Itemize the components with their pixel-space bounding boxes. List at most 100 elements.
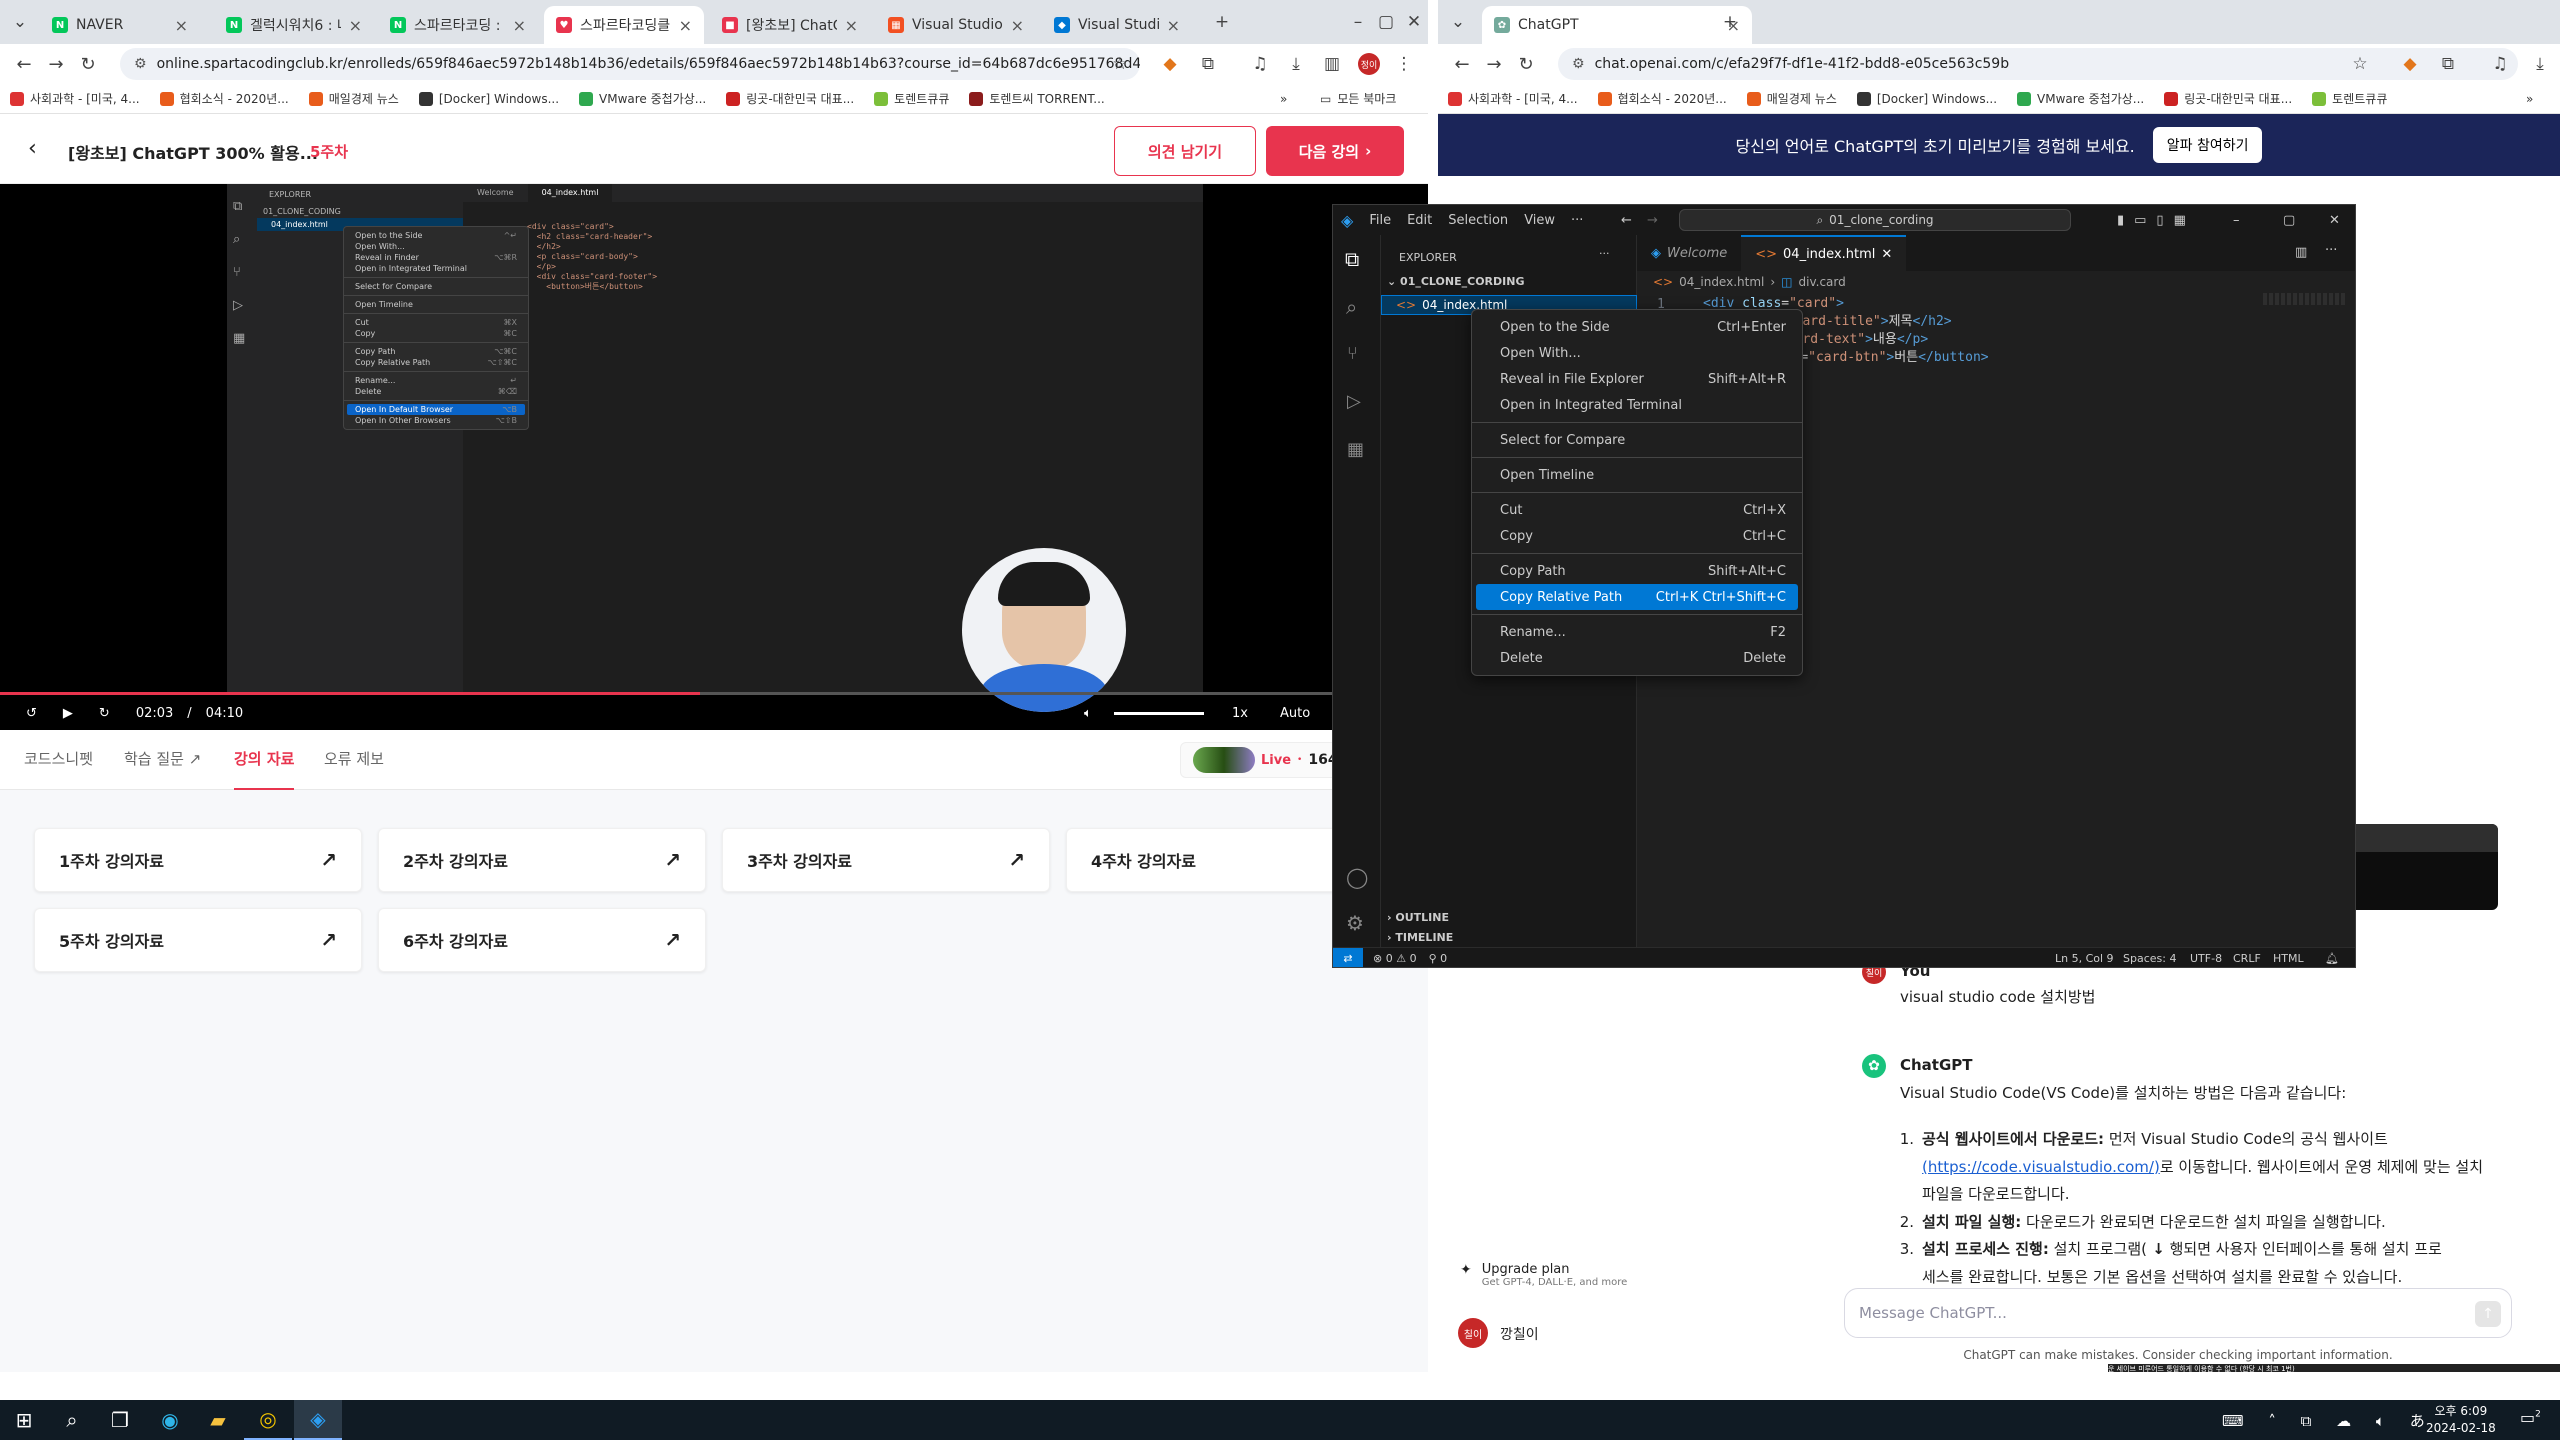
reload-icon[interactable]: ↻ <box>1510 48 1542 80</box>
media-icon[interactable]: ♫ <box>2488 52 2512 76</box>
nav-forward-icon[interactable]: → <box>1647 213 1658 228</box>
close-tab-icon[interactable]: × <box>349 16 362 35</box>
extensions-icon[interactable]: ⧉ <box>2436 52 2460 76</box>
site-info-icon[interactable]: ⚙ <box>134 56 147 72</box>
tab-chatgpt[interactable]: ✿ ChatGPT × <box>1482 6 1752 44</box>
vscode-menu-3[interactable]: View <box>1524 213 1555 228</box>
speed-button[interactable]: 1x <box>1232 706 1248 721</box>
context-menu-item[interactable]: Open to the Side Ctrl+Enter <box>1476 314 1798 340</box>
volume-slider[interactable] <box>1114 712 1204 715</box>
command-center-search[interactable]: ⌕ 01_clone_cording <box>1679 209 2071 231</box>
close-tab-icon[interactable]: ✕ <box>1881 247 1892 262</box>
errors-icon[interactable]: ⊗ 0 ⚠ 0 <box>1373 952 1417 965</box>
forward-icon[interactable]: ↻ <box>99 706 110 721</box>
edge-icon[interactable]: ◉ <box>146 1400 194 1440</box>
tab-search-icon[interactable]: ⌄ <box>8 10 32 34</box>
scroll-down-arrow-icon[interactable]: ↓ <box>2147 1240 2165 1258</box>
material-card[interactable]: 3주차 강의자료 ↗ <box>722 828 1050 892</box>
metamask-extension-icon[interactable]: ◆ <box>1158 52 1182 76</box>
bookmark-item[interactable]: [Docker] Windows... <box>1847 90 2007 107</box>
more-actions-icon[interactable]: ··· <box>1599 247 1610 260</box>
forward-icon[interactable]: → <box>1478 48 1510 80</box>
vscode-link[interactable]: (https://code.visualstudio.com/) <box>1922 1158 2160 1176</box>
menu-icon[interactable]: ⋮ <box>1392 52 1416 76</box>
browser-tab[interactable]: ▦ Visual Studio Too × <box>876 6 1036 44</box>
next-lecture-button[interactable]: 다음 강의 › <box>1266 126 1404 176</box>
sidepanel-icon[interactable]: ▥ <box>1320 52 1344 76</box>
folder-row[interactable]: ⌄ 01_CLONE_CORDING <box>1387 275 1524 288</box>
browser-tab[interactable]: ■ [왕초보] ChatGPT × <box>710 6 870 44</box>
bookmark-item[interactable]: 사회과학 - [미국, 4... <box>1438 90 1588 107</box>
context-menu-item[interactable]: Copy Ctrl+C <box>1476 523 1798 549</box>
vscode-menu-0[interactable]: File <box>1369 213 1391 228</box>
media-icon[interactable]: ♫ <box>1248 52 1272 76</box>
browser-tab[interactable]: ◆ Visual Studio Co × <box>1042 6 1192 44</box>
bookmark-item[interactable]: 토렌트큐큐 <box>2302 90 2397 107</box>
video-player[interactable]: ⧉ ⌕ ⑂ ▷ ▦ EXPLORER 01_CLONE_CODING 04_index.… <box>0 184 1428 730</box>
context-menu-item[interactable]: Reveal in File Explorer Shift+Alt+R <box>1476 366 1798 392</box>
layout-toggle-icons[interactable]: ▮▭▯▦ <box>2117 213 2196 228</box>
close-tab-icon[interactable]: × <box>513 16 526 35</box>
feedback-button[interactable]: 의견 남기기 <box>1114 126 1256 176</box>
course-tab[interactable]: 강의 자료 <box>234 748 295 790</box>
reload-icon[interactable]: ↻ <box>72 48 104 80</box>
back-chevron-icon[interactable]: ‹ <box>28 136 37 161</box>
new-tab-button[interactable]: + <box>1210 10 1234 34</box>
remote-icon[interactable]: ⇄ <box>1333 947 1363 967</box>
tab-welcome[interactable]: ◈ Welcome <box>1637 235 1741 271</box>
vscode-menu-1[interactable]: Edit <box>1407 213 1432 228</box>
browser-tab[interactable]: N NAVER × <box>40 6 200 44</box>
source-control-icon[interactable]: ⑂ <box>1347 343 1358 364</box>
close-tab-icon[interactable]: × <box>679 16 692 35</box>
browser-tab[interactable]: ♥ 스파르타코딩클럽 × <box>544 6 704 44</box>
profile-name[interactable]: 깡칠이 <box>1500 1324 1539 1344</box>
explorer-icon[interactable]: ⧉ <box>1345 247 1359 271</box>
quality-button[interactable]: Auto <box>1280 706 1310 721</box>
upgrade-plan[interactable]: ✦ Upgrade plan Get GPT-4, DALL·E, and mor… <box>1460 1262 1640 1302</box>
send-button[interactable]: ↑ <box>2475 1301 2501 1327</box>
minimize-icon[interactable]: – <box>2233 213 2240 228</box>
all-bookmarks-folder[interactable]: ▭ 모든 북마크 <box>1310 90 1406 107</box>
bookmark-star-icon[interactable]: ☆ <box>1108 52 1132 76</box>
search-icon[interactable]: ⌕ <box>1346 295 1357 319</box>
bookmark-item[interactable]: 협회소식 - 2020년... <box>1588 90 1737 107</box>
download-icon[interactable]: ⤓ <box>2528 52 2552 76</box>
bell-icon[interactable]: 🔔︎ <box>2325 952 2339 965</box>
bookmark-item[interactable]: 협회소식 - 2020년... <box>150 90 299 107</box>
site-info-icon[interactable]: ⚙ <box>1572 56 1585 72</box>
profile-avatar[interactable]: 정이 <box>1358 53 1380 75</box>
chrome-icon[interactable]: ◎ <box>244 1400 292 1440</box>
browser-tab[interactable]: N 겔럭시워치6 : 네이 × <box>214 6 374 44</box>
minimize-button[interactable]: – <box>1346 10 1370 34</box>
bookmark-item[interactable]: 매일경제 뉴스 <box>1737 90 1847 107</box>
task-view-icon[interactable]: ❐ <box>96 1400 144 1440</box>
encoding[interactable]: UTF-8 <box>2190 952 2222 965</box>
bookmark-star-icon[interactable]: ☆ <box>2348 52 2372 76</box>
search-icon[interactable]: ⌕ <box>48 1400 96 1440</box>
context-menu-item[interactable]: Copy Relative Path Ctrl+K Ctrl+Shift+C <box>1476 584 1798 610</box>
clock[interactable]: 오후 6:09 2024-02-18 <box>2426 1403 2496 1437</box>
address-bar-right[interactable]: ⚙ chat.openai.com/c/efa29f7f-df1e-41f2-b… <box>1558 48 2518 80</box>
cursor-position[interactable]: Ln 5, Col 9 <box>2055 952 2114 965</box>
windows-start-icon[interactable]: ⊞ <box>0 1400 48 1440</box>
course-tab[interactable]: 코드스니펫 <box>24 748 93 790</box>
context-menu-item[interactable]: Delete Delete <box>1476 645 1798 671</box>
browser-tab[interactable]: N 스파르타코딩 : 네 × <box>378 6 538 44</box>
bookmark-item[interactable]: [Docker] Windows... <box>409 90 569 107</box>
material-card[interactable]: 6주차 강의자료 ↗ <box>378 908 706 972</box>
ports-icon[interactable]: ⚲ 0 <box>1429 952 1448 965</box>
address-bar[interactable]: ⚙ online.spartacodingclub.kr/enrolleds/6… <box>120 48 1140 80</box>
maximize-icon[interactable]: ▢ <box>2283 213 2295 228</box>
timeline-section[interactable]: › TIMELINE <box>1387 931 1453 944</box>
context-menu-item[interactable]: Cut Ctrl+X <box>1476 497 1798 523</box>
bookmarks-more-icon[interactable]: » <box>2516 92 2543 106</box>
bookmark-item[interactable]: VMware 중첩가상... <box>569 90 716 107</box>
bookmark-item[interactable]: 매일경제 뉴스 <box>299 90 409 107</box>
context-menu-item[interactable]: Open Timeline <box>1476 462 1798 488</box>
download-icon[interactable]: ⤓ <box>1284 52 1308 76</box>
vscode-menu-4[interactable]: ··· <box>1571 213 1583 228</box>
volume-icon[interactable]: 🔈︎ <box>1084 706 1092 721</box>
file-explorer-icon[interactable]: ▰ <box>194 1400 242 1440</box>
bookmark-item[interactable]: 토렌트큐큐 <box>864 90 959 107</box>
bookmark-item[interactable]: 링곳-대한민국 대표... <box>716 90 864 107</box>
